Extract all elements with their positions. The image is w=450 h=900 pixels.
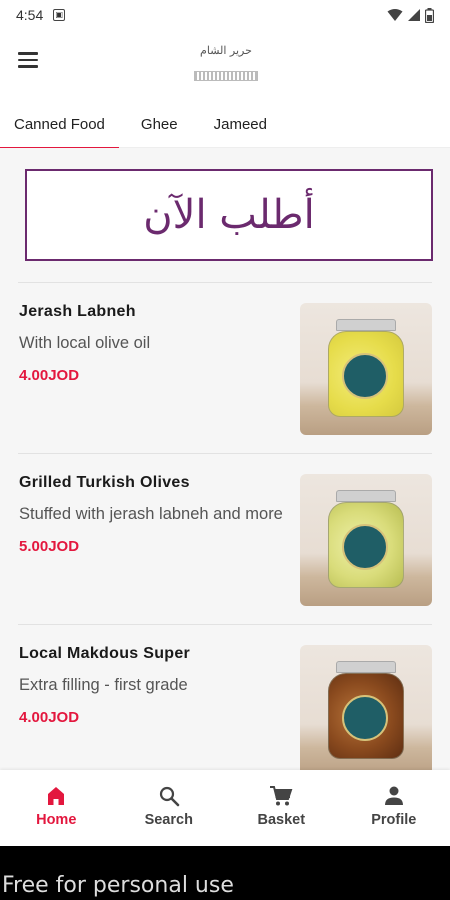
order-now-banner[interactable]: أطلب الآن <box>25 169 433 261</box>
product-name: Grilled Turkish Olives <box>19 474 190 491</box>
search-icon <box>157 784 181 808</box>
product-name: Jerash Labneh <box>19 303 136 320</box>
bottom-navigation: Home Search Basket Profile <box>0 770 450 846</box>
app-bar: حرير الشام <box>0 30 450 100</box>
product-price: 5.00JOD <box>19 538 80 555</box>
product-price: 4.00JOD <box>19 709 80 726</box>
nav-search-label: Search <box>144 812 193 828</box>
product-description: Extra filling - first grade <box>19 676 188 694</box>
category-tabs: Canned Food Ghee Jameed <box>0 100 450 149</box>
person-icon <box>382 784 406 808</box>
signal-icon <box>408 9 420 21</box>
nav-basket[interactable]: Basket <box>225 770 338 846</box>
logo-pattern <box>194 71 258 81</box>
nav-search[interactable]: Search <box>113 770 226 846</box>
banner-text: أطلب الآن <box>143 192 315 238</box>
status-icons <box>387 7 434 23</box>
tab-canned-food[interactable]: Canned Food <box>0 100 119 149</box>
nav-basket-label: Basket <box>257 812 306 828</box>
cart-icon <box>269 784 293 808</box>
tab-jameed[interactable]: Jameed <box>200 100 281 148</box>
status-bar: 4:54 ▣ <box>0 0 450 30</box>
product-price: 4.00JOD <box>19 367 80 384</box>
product-card[interactable]: Local Makdous Super Extra filling - firs… <box>18 624 432 770</box>
watermark-text: Free for personal use <box>2 873 234 898</box>
nav-profile[interactable]: Profile <box>338 770 450 846</box>
nav-home-label: Home <box>36 812 77 828</box>
home-icon <box>44 784 68 808</box>
nav-profile-label: Profile <box>371 812 417 828</box>
jar-image <box>328 661 404 761</box>
product-image <box>300 303 432 435</box>
product-card[interactable]: Grilled Turkish Olives Stuffed with jera… <box>18 453 432 624</box>
hamburger-menu-icon[interactable] <box>14 48 42 72</box>
logo-text: حرير الشام <box>200 44 252 57</box>
jar-image <box>328 490 404 590</box>
product-image <box>300 474 432 606</box>
jar-image <box>328 319 404 419</box>
product-description: With local olive oil <box>19 334 151 352</box>
status-time: 4:54 <box>16 7 44 23</box>
nav-home[interactable]: Home <box>0 770 113 846</box>
watermark-bar: Free for personal use <box>0 846 450 900</box>
product-name: Local Makdous Super <box>19 645 191 662</box>
product-card[interactable]: Jerash Labneh With local olive oil 4.00J… <box>18 282 432 453</box>
battery-icon <box>425 7 434 23</box>
app-notification-icon: ▣ <box>53 9 66 21</box>
product-description: Stuffed with jerash labneh and more <box>19 505 283 523</box>
tab-ghee[interactable]: Ghee <box>127 100 192 148</box>
wifi-icon <box>387 9 403 21</box>
product-image <box>300 645 432 770</box>
product-list: أطلب الآن Jerash Labneh With local olive… <box>0 148 450 770</box>
brand-logo: حرير الشام <box>186 44 266 94</box>
